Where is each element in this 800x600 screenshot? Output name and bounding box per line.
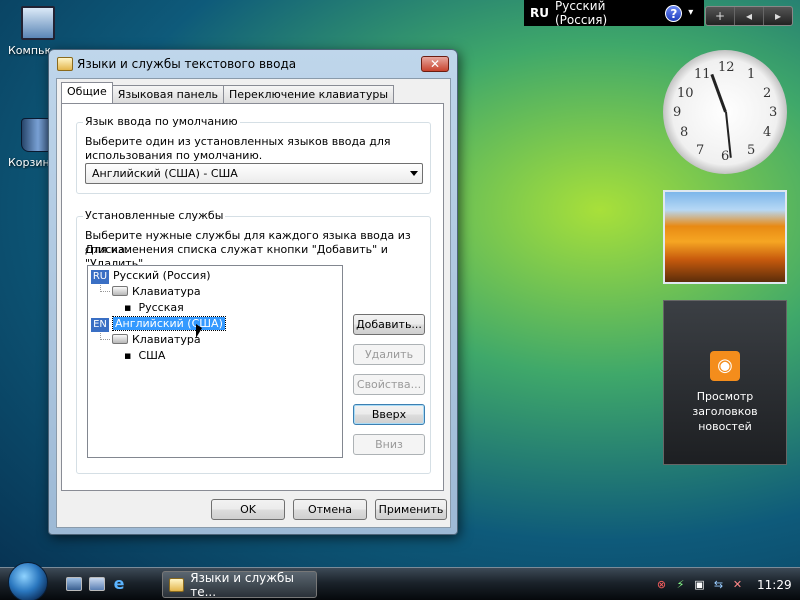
clock-number: 6: [721, 149, 730, 164]
move-up-button[interactable]: Вверх: [353, 404, 425, 425]
default-language-description: использования по умолчанию.: [85, 149, 263, 162]
installed-services-tree[interactable]: RU Русский (Россия) Клавиатура ▪ Русская …: [87, 265, 343, 458]
tree-node-label: Клавиатура: [132, 285, 201, 298]
default-language-description: Выберите один из установленных языков вв…: [85, 135, 391, 148]
language-name: Русский (Россия): [554, 0, 608, 27]
tree-node-keyboard[interactable]: Клавиатура: [112, 284, 201, 299]
clock-hour-hand: [710, 73, 727, 113]
clock-number: 1: [747, 67, 756, 82]
tree-node-label: Русская: [138, 301, 184, 314]
tab-strip: Общие Языковая панель Переключение клави…: [61, 82, 394, 103]
tree-node-label-selected: Английский (США): [112, 316, 226, 331]
keyboard-tray-icon[interactable]: ▣: [692, 577, 707, 592]
help-icon[interactable]: ?: [665, 4, 683, 22]
apply-button[interactable]: Применить: [375, 499, 447, 520]
tree-node-label: США: [138, 349, 166, 362]
keyboard-icon: [112, 334, 128, 344]
dialog-titlebar[interactable]: Языки и службы текстового ввода ✕: [49, 50, 457, 78]
sidebar-controls: + ◂ ▸: [705, 6, 793, 26]
default-language-group: Язык ввода по умолчанию Выберите один из…: [76, 115, 431, 194]
default-language-group-title: Язык ввода по умолчанию: [83, 115, 240, 128]
bullet-icon: ▪: [124, 349, 139, 362]
desktop-icon-label: Компьютер: [8, 44, 50, 57]
start-button[interactable]: [8, 562, 48, 600]
security-alert-icon[interactable]: ⊗: [654, 577, 669, 592]
clock-gadget[interactable]: 12 1 2 3 4 5 6 7 8 9 10 11: [663, 50, 787, 174]
chevron-down-icon: [410, 171, 418, 176]
switch-windows-icon[interactable]: [89, 577, 105, 591]
tab-general[interactable]: Общие: [61, 82, 113, 103]
tree-node-keyboard[interactable]: Клавиатура: [112, 332, 201, 347]
keyboard-icon: [112, 286, 128, 296]
clock-number: 11: [694, 67, 711, 82]
close-button[interactable]: ✕: [421, 56, 449, 72]
tab-page-general: Язык ввода по умолчанию Выберите один из…: [61, 103, 444, 491]
power-icon[interactable]: ⚡: [673, 577, 688, 592]
cancel-button[interactable]: Отмена: [293, 499, 367, 520]
taskbar-button-text-services[interactable]: Языки и службы тe...: [162, 570, 317, 599]
clock-number: 2: [763, 86, 772, 101]
tree-line: [100, 339, 110, 340]
feed-headlines-label: Просмотр заголовков новостей: [692, 390, 758, 433]
language-bar[interactable]: RU Русский (Россия) ? ▾: [524, 0, 704, 27]
clock-number: 9: [673, 105, 682, 120]
clock-number: 8: [680, 125, 689, 140]
tab-language-bar[interactable]: Языковая панель: [111, 85, 225, 103]
tree-line: [100, 291, 110, 292]
system-tray: ⊗ ⚡ ▣ ⇆ ✕ 11:29: [648, 571, 796, 598]
default-language-dropdown[interactable]: Английский (США) - США: [85, 163, 423, 184]
properties-button[interactable]: Свойства...: [353, 374, 425, 395]
tab-keyboard-switching[interactable]: Переключение клавиатуры: [223, 85, 394, 103]
language-tag: RU: [91, 270, 109, 284]
default-language-value: Английский (США) - США: [92, 167, 238, 180]
clock-number: 5: [747, 143, 756, 158]
clock-number: 12: [718, 60, 735, 75]
taskbar-button-label: Языки и службы тe...: [190, 570, 294, 599]
ok-button[interactable]: OK: [211, 499, 285, 520]
remove-button[interactable]: Удалить: [353, 344, 425, 365]
show-desktop-icon[interactable]: [66, 577, 82, 591]
installed-services-group: Установленные службы Выберите нужные слу…: [76, 209, 431, 474]
volume-muted-icon[interactable]: ✕: [730, 577, 745, 592]
slideshow-gadget[interactable]: [663, 190, 787, 284]
feed-headlines-gadget[interactable]: ◉ Просмотр заголовков новостей: [663, 300, 787, 465]
tree-node-language[interactable]: RU Русский (Россия): [91, 268, 211, 284]
text-services-dialog: Языки и службы текстового ввода ✕ Общие …: [48, 49, 458, 535]
tree-node-language[interactable]: EN Английский (США): [91, 316, 226, 332]
move-down-button[interactable]: Вниз: [353, 434, 425, 455]
language-badge: RU: [530, 6, 549, 20]
bullet-icon: ▪: [124, 301, 139, 314]
dialog-client: Общие Языковая панель Переключение клави…: [56, 78, 451, 528]
internet-explorer-icon[interactable]: e: [111, 576, 127, 592]
sidebar-add-gadget-button[interactable]: +: [706, 7, 735, 25]
desktop-icon-label: Корзина: [8, 156, 50, 169]
language-tag: EN: [91, 318, 109, 332]
tree-node-label: Клавиатура: [132, 333, 201, 346]
dialog-title: Языки и службы текстового ввода: [77, 57, 297, 71]
clock-number: 10: [677, 86, 694, 101]
installed-services-group-title: Установленные службы: [83, 209, 226, 222]
add-button[interactable]: Добавить...: [353, 314, 425, 335]
language-options-icon[interactable]: ▾: [688, 8, 698, 18]
text-services-icon: [169, 577, 185, 592]
clock-number: 4: [763, 125, 772, 140]
sidebar-next-button[interactable]: ▸: [764, 7, 792, 25]
tree-node-label: Русский (Россия): [113, 269, 211, 282]
tree-node-layout[interactable]: ▪ США: [124, 348, 165, 363]
computer-icon: [21, 6, 55, 40]
sidebar-prev-button[interactable]: ◂: [735, 7, 764, 25]
text-services-icon: [57, 57, 73, 71]
rss-icon: ◉: [710, 351, 740, 381]
mouse-cursor-icon: [196, 324, 202, 338]
tree-node-layout[interactable]: ▪ Русская: [124, 300, 184, 315]
network-icon[interactable]: ⇆: [711, 577, 726, 592]
taskbar: e Языки и службы тe... ⊗ ⚡ ▣ ⇆ ✕ 11:29: [0, 562, 800, 600]
clock-time[interactable]: 11:29: [757, 578, 792, 592]
clock-number: 3: [769, 105, 778, 120]
clock-number: 7: [696, 143, 705, 158]
